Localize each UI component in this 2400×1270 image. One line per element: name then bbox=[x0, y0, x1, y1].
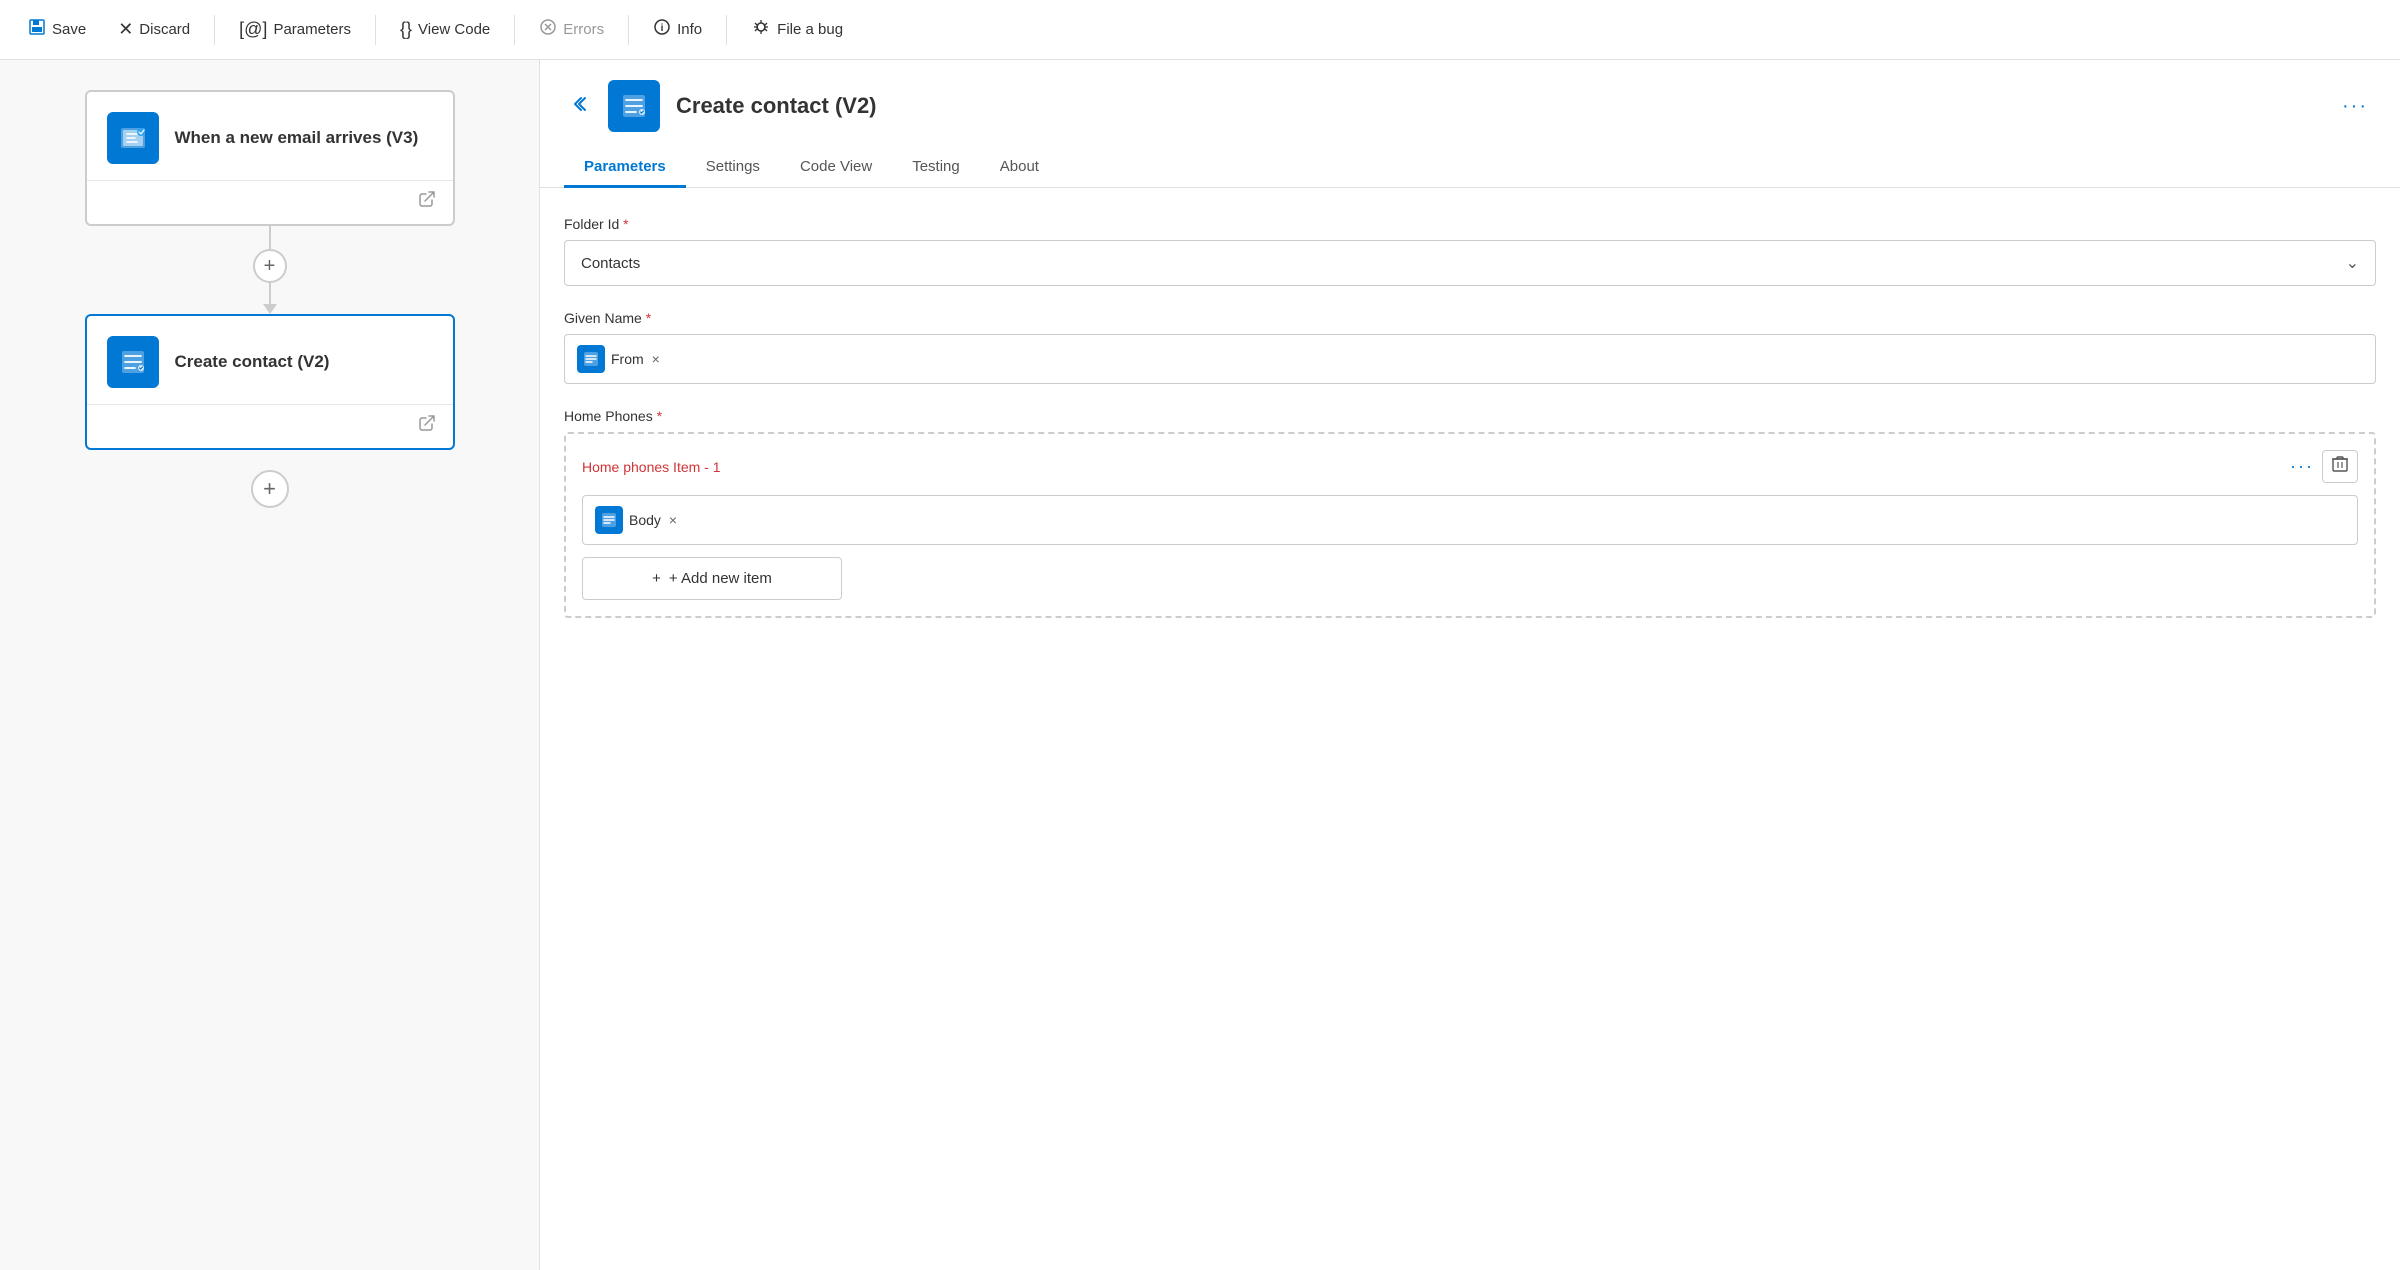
given-name-tag: From × bbox=[577, 345, 660, 373]
parameters-label: Parameters bbox=[273, 21, 351, 38]
folder-id-label: Folder Id * bbox=[564, 216, 2376, 232]
given-name-tag-icon bbox=[577, 345, 605, 373]
add-item-icon: + bbox=[652, 570, 661, 587]
node-1-footer bbox=[87, 180, 453, 224]
divider-1 bbox=[214, 15, 215, 45]
tab-testing[interactable]: Testing bbox=[892, 148, 980, 188]
tab-settings[interactable]: Settings bbox=[686, 148, 780, 188]
detail-tabs: Parameters Settings Code View Testing Ab… bbox=[540, 132, 2400, 188]
array-more-button[interactable]: ··· bbox=[2290, 456, 2314, 477]
home-phones-tag-label: Body bbox=[629, 512, 661, 528]
tab-parameters[interactable]: Parameters bbox=[564, 148, 686, 188]
detail-content: Folder Id * Contacts ⌄ Given Name * bbox=[540, 188, 2400, 646]
array-delete-button[interactable] bbox=[2322, 450, 2358, 483]
add-new-item-button[interactable]: + + Add new item bbox=[582, 557, 842, 600]
arrow-1 bbox=[263, 306, 277, 314]
home-phones-tag-icon bbox=[595, 506, 623, 534]
detail-node-icon bbox=[608, 80, 660, 132]
array-item-actions: ··· bbox=[2290, 450, 2358, 483]
errors-icon bbox=[539, 18, 557, 41]
add-item-label: + Add new item bbox=[669, 570, 772, 587]
given-name-remove-button[interactable]: × bbox=[652, 351, 660, 367]
detail-header: Create contact (V2) ··· bbox=[540, 60, 2400, 132]
discard-icon: ✕ bbox=[118, 19, 133, 40]
parameters-button[interactable]: [@] Parameters bbox=[227, 13, 363, 46]
tab-code-view[interactable]: Code View bbox=[780, 148, 892, 188]
node-2-footer bbox=[87, 404, 453, 448]
file-a-bug-label: File a bug bbox=[777, 21, 843, 38]
folder-id-required: * bbox=[623, 216, 628, 232]
add-step-button[interactable]: + bbox=[251, 470, 289, 508]
tab-about[interactable]: About bbox=[980, 148, 1059, 188]
home-phones-item-input[interactable]: Body × bbox=[582, 495, 2358, 545]
connector-1: + bbox=[60, 226, 479, 306]
given-name-tag-label: From bbox=[611, 351, 644, 367]
given-name-input[interactable]: From × bbox=[564, 334, 2376, 384]
home-phones-label: Home Phones * bbox=[564, 408, 2376, 424]
save-button[interactable]: Save bbox=[16, 12, 98, 47]
node-1-icon bbox=[107, 112, 159, 164]
detail-title: Create contact (V2) bbox=[676, 93, 877, 119]
save-icon bbox=[28, 18, 46, 41]
node-2-icon bbox=[107, 336, 159, 388]
detail-more-button[interactable]: ··· bbox=[2334, 91, 2376, 122]
divider-2 bbox=[375, 15, 376, 45]
workflow-node-1[interactable]: When a new email arrives (V3) bbox=[85, 90, 455, 226]
view-code-button[interactable]: {} View Code bbox=[388, 13, 502, 46]
discard-button[interactable]: ✕ Discard bbox=[106, 13, 202, 46]
home-phones-required: * bbox=[657, 408, 662, 424]
folder-id-field: Folder Id * Contacts ⌄ bbox=[564, 216, 2376, 286]
add-between-button[interactable]: + bbox=[253, 249, 287, 283]
view-code-label: View Code bbox=[418, 21, 490, 38]
divider-4 bbox=[628, 15, 629, 45]
bug-icon bbox=[751, 17, 771, 42]
home-phones-field: Home Phones * Home phones Item - 1 ··· bbox=[564, 408, 2376, 618]
folder-id-value: Contacts bbox=[581, 255, 640, 272]
chevron-down-icon: ⌄ bbox=[2346, 253, 2359, 273]
file-a-bug-button[interactable]: File a bug bbox=[739, 11, 855, 48]
errors-label: Errors bbox=[563, 21, 604, 38]
toolbar: Save ✕ Discard [@] Parameters {} View Co… bbox=[0, 0, 2400, 60]
node-1-label: When a new email arrives (V3) bbox=[175, 127, 419, 149]
divider-5 bbox=[726, 15, 727, 45]
main-area: When a new email arrives (V3) + bbox=[0, 60, 2400, 1270]
workflow-node-2[interactable]: Create contact (V2) bbox=[85, 314, 455, 450]
code-icon: {} bbox=[400, 19, 412, 40]
home-phones-remove-button[interactable]: × bbox=[669, 512, 677, 528]
parameters-icon: [@] bbox=[239, 19, 267, 40]
given-name-field: Given Name * From × bbox=[564, 310, 2376, 384]
info-icon: i bbox=[653, 18, 671, 41]
discard-label: Discard bbox=[139, 21, 190, 38]
given-name-label: Given Name * bbox=[564, 310, 2376, 326]
errors-button[interactable]: Errors bbox=[527, 12, 616, 47]
node-1-link-icon bbox=[417, 189, 437, 214]
info-button[interactable]: i Info bbox=[641, 12, 714, 47]
detail-panel: Create contact (V2) ··· Parameters Setti… bbox=[540, 60, 2400, 1270]
node-2-label: Create contact (V2) bbox=[175, 351, 330, 373]
svg-text:i: i bbox=[661, 23, 664, 34]
save-label: Save bbox=[52, 21, 86, 38]
info-label: Info bbox=[677, 21, 702, 38]
home-phones-array: Home phones Item - 1 ··· bbox=[564, 432, 2376, 618]
home-phones-tag: Body × bbox=[595, 506, 677, 534]
array-item-header: Home phones Item - 1 ··· bbox=[582, 450, 2358, 483]
folder-id-select[interactable]: Contacts ⌄ bbox=[564, 240, 2376, 286]
array-item-label: Home phones Item - 1 bbox=[582, 459, 721, 475]
collapse-button[interactable] bbox=[564, 90, 592, 123]
node-2-link-icon bbox=[417, 413, 437, 438]
divider-3 bbox=[514, 15, 515, 45]
canvas-panel: When a new email arrives (V3) + bbox=[0, 60, 540, 1270]
given-name-required: * bbox=[646, 310, 651, 326]
